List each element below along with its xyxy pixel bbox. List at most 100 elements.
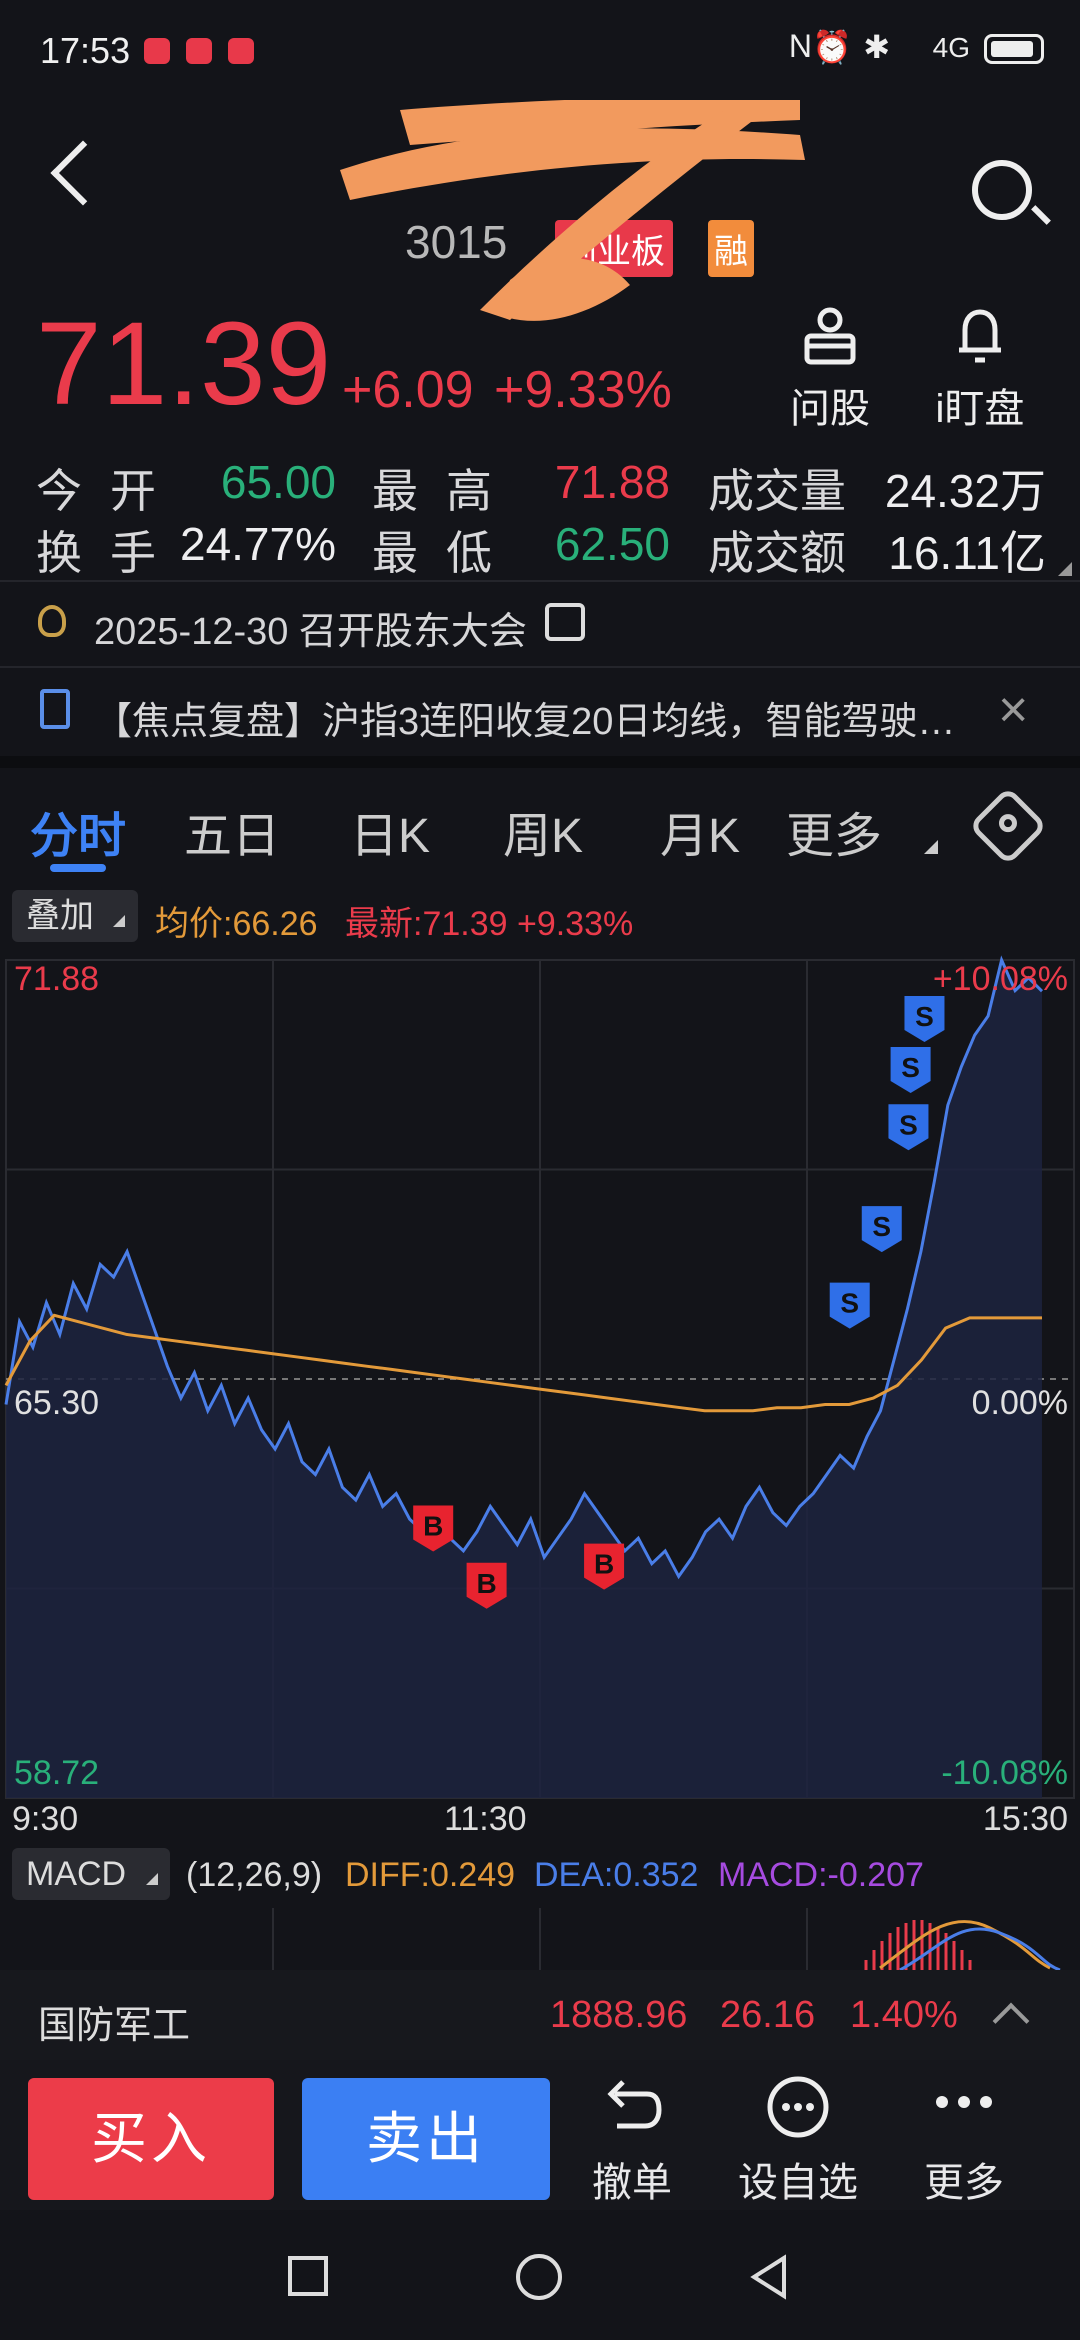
- price-change-pct: +9.33%: [494, 361, 672, 419]
- close-icon[interactable]: ×: [998, 680, 1028, 740]
- sell-marker[interactable]: S: [888, 1104, 929, 1151]
- macd-chart: [272, 1908, 1061, 1970]
- cancel-order-button[interactable]: 撤单: [562, 2072, 702, 2208]
- macd-params: (12,26,9): [186, 1856, 323, 1894]
- network-indicator: 4G: [932, 32, 970, 63]
- watch-board-button[interactable]: i盯盘: [920, 300, 1040, 434]
- more-dots-icon: [894, 2072, 1034, 2142]
- svg-text:B: B: [594, 1549, 614, 1580]
- margin-tag: 融: [708, 220, 754, 277]
- lightbulb-icon: [38, 605, 66, 637]
- svg-text:S: S: [901, 1052, 920, 1083]
- bluetooth-icon: ✱: [863, 29, 890, 65]
- sell-marker[interactable]: S: [890, 1046, 931, 1093]
- dropdown-corner-icon: [145, 1873, 158, 1885]
- tab-more[interactable]: 更多: [786, 796, 882, 866]
- settings-icon[interactable]: [968, 786, 1048, 866]
- user-icon: [795, 300, 865, 370]
- document-icon: [40, 689, 70, 729]
- home-icon[interactable]: [516, 2254, 562, 2300]
- price-change: +6.09: [342, 361, 474, 419]
- amount-label: 成交额: [708, 527, 846, 579]
- more-button[interactable]: 更多: [894, 2072, 1034, 2208]
- x-label-open: 9:30: [12, 1800, 79, 1838]
- sector-index: 1888.96: [550, 1994, 688, 2036]
- tab-daily-k[interactable]: 日K: [350, 796, 430, 866]
- last-price: 71.39: [36, 298, 332, 430]
- amount-value: 16.11亿: [888, 527, 1046, 579]
- indicator-label: MACD: [26, 1855, 127, 1893]
- overlay-button[interactable]: 叠加: [12, 890, 138, 942]
- recents-icon[interactable]: [288, 2256, 328, 2296]
- high-label: 最高: [372, 465, 520, 517]
- sell-button[interactable]: 卖出: [302, 2078, 550, 2200]
- nfc-icon: N: [788, 28, 812, 64]
- x-label-midday: 11:30: [444, 1800, 527, 1838]
- y-pct-zero: 0.00%: [971, 1384, 1068, 1422]
- y-pct-low: -10.08%: [941, 1754, 1068, 1792]
- tab-weekly-k[interactable]: 周K: [503, 796, 583, 866]
- stats-row-1: 今开 65.00 最高 71.88 成交量 24.32万: [36, 455, 1046, 517]
- event-notice-text: 2025-12-30 召开股东大会: [94, 611, 527, 653]
- ask-stock-button[interactable]: 问股: [770, 300, 890, 434]
- svg-text:B: B: [423, 1510, 443, 1541]
- macd-dea: DEA:0.352: [534, 1856, 699, 1894]
- low-value: 62.50: [554, 518, 670, 570]
- open-label: 今开: [36, 465, 184, 517]
- svg-text:S: S: [899, 1109, 918, 1140]
- turnover-value: 24.77%: [179, 518, 336, 570]
- mail-notification-icon: [186, 38, 212, 64]
- add-watchlist-button[interactable]: 设自选: [728, 2072, 868, 2208]
- sell-marker[interactable]: S: [861, 1206, 902, 1253]
- news-headline[interactable]: 【焦点复盘】沪指3连阳收复20日均线，智能驾驶…: [94, 690, 955, 745]
- app-notification-icon: [144, 38, 170, 64]
- back-icon[interactable]: [50, 140, 116, 206]
- status-bar: 17:53 4G ✱ ⏰ N: [0, 0, 1080, 100]
- volume-label: 成交量: [708, 465, 846, 517]
- active-tab-indicator: [50, 864, 106, 872]
- macd-value: MACD:-0.207: [718, 1856, 924, 1894]
- ellipsis-circle-icon: [728, 2072, 868, 2142]
- sell-marker[interactable]: S: [829, 1282, 870, 1329]
- svg-text:S: S: [915, 1001, 934, 1032]
- svg-text:B: B: [476, 1568, 496, 1599]
- alarm-icon: ⏰: [812, 29, 852, 65]
- sector-change-pct: 1.40%: [850, 1994, 958, 2036]
- app-notification-icon: [228, 38, 254, 64]
- sector-name: 国防军工: [38, 2005, 191, 2047]
- sell-marker[interactable]: S: [904, 996, 945, 1043]
- svg-text:S: S: [840, 1288, 859, 1319]
- y-label-high: 71.88: [14, 960, 100, 998]
- watch-board-label: i盯盘: [935, 387, 1025, 431]
- overlay-label: 叠加: [26, 897, 94, 935]
- svg-text:S: S: [872, 1211, 891, 1242]
- calendar-icon[interactable]: [545, 603, 585, 641]
- avg-price-readout: 均价:66.26: [155, 905, 318, 943]
- back-nav-icon[interactable]: [744, 2252, 794, 2302]
- bell-icon: [945, 300, 1015, 370]
- y-label-prev-close: 65.30: [14, 1384, 100, 1422]
- high-value: 71.88: [554, 456, 670, 508]
- low-label: 最低: [372, 527, 520, 579]
- turnover-label: 换手: [36, 527, 184, 579]
- ask-stock-label: 问股: [790, 387, 870, 431]
- board-tag: 创业板: [555, 220, 673, 277]
- sector-change: 26.16: [720, 1994, 816, 2036]
- tab-monthly-k[interactable]: 月K: [660, 796, 740, 866]
- y-label-low: 58.72: [14, 1754, 100, 1792]
- open-value: 65.00: [220, 456, 336, 508]
- intraday-chart[interactable]: BBBSSSSS: [0, 950, 1080, 1800]
- x-label-close: 15:30: [982, 1800, 1068, 1838]
- buy-button[interactable]: 买入: [28, 2078, 274, 2200]
- search-icon[interactable]: [972, 160, 1032, 220]
- more-label: 更多: [924, 2161, 1004, 2205]
- stock-code: 3015: [405, 216, 508, 268]
- expand-corner-icon[interactable]: [1058, 562, 1072, 576]
- undo-icon: [562, 2072, 702, 2142]
- add-watchlist-label: 设自选: [738, 2161, 858, 2205]
- tab-intraday[interactable]: 分时: [30, 796, 126, 866]
- indicator-select[interactable]: MACD: [12, 1848, 170, 1900]
- tab-five-day[interactable]: 五日: [184, 796, 280, 866]
- macd-diff: DIFF:0.249: [345, 1856, 516, 1894]
- quote-stats: 今开 65.00 最高 71.88 成交量 24.32万 换手 24.77% 最…: [36, 455, 1046, 579]
